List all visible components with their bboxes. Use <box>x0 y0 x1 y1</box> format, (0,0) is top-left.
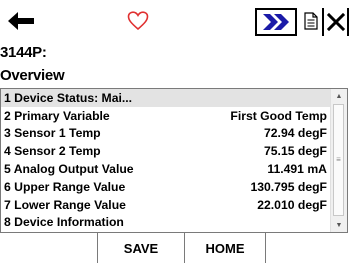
item-label: 5 Analog Output Value <box>4 162 134 177</box>
scroll-up-arrow-icon[interactable]: ▲ <box>331 89 347 103</box>
vertical-scrollbar[interactable]: ▲ ≡ ▼ <box>330 89 347 232</box>
item-label: 6 Upper Range Value <box>4 179 126 194</box>
item-label: 7 Lower Range Value <box>4 197 126 212</box>
item-value: First Good Temp <box>230 108 327 123</box>
double-chevron-right-icon[interactable] <box>255 8 297 36</box>
save-button[interactable]: SAVE <box>97 233 185 263</box>
item-value: 130.795 degF <box>250 179 327 194</box>
list-item-primary-variable[interactable]: 2 Primary Variable First Good Temp <box>1 107 332 125</box>
item-label: 4 Sensor 2 Temp <box>4 144 101 159</box>
toolbar <box>0 0 349 44</box>
list-item-device-information[interactable]: 8 Device Information <box>1 214 332 232</box>
menu-rows: 1 Device Status: Mai... 2 Primary Variab… <box>1 89 332 231</box>
item-label: 2 Primary Variable <box>4 108 110 123</box>
list-item-sensor-1-temp[interactable]: 3 Sensor 1 Temp 72.94 degF <box>1 125 332 143</box>
back-arrow-icon[interactable] <box>4 6 38 36</box>
menu-list: 1 Device Status: Mai... 2 Primary Variab… <box>0 88 348 233</box>
scroll-down-arrow-icon[interactable]: ▼ <box>331 218 347 232</box>
heart-icon[interactable] <box>120 6 156 36</box>
device-id: 3144P: <box>0 44 47 61</box>
document-icon[interactable] <box>300 6 322 36</box>
page-title: Overview <box>0 67 65 84</box>
item-value: 75.15 degF <box>264 144 327 159</box>
close-icon[interactable] <box>322 8 349 36</box>
scroll-thumb[interactable]: ≡ <box>333 104 344 216</box>
item-label: 1 Device Status: Mai... <box>4 90 133 105</box>
home-button[interactable]: HOME <box>184 233 266 263</box>
list-item-device-status[interactable]: 1 Device Status: Mai... <box>1 89 332 107</box>
item-label: 8 Device Information <box>4 215 124 230</box>
list-item-sensor-2-temp[interactable]: 4 Sensor 2 Temp 75.15 degF <box>1 142 332 160</box>
bottom-bar: SAVE HOME <box>0 233 349 263</box>
list-item-upper-range[interactable]: 6 Upper Range Value 130.795 degF <box>1 178 332 196</box>
item-value: 72.94 degF <box>264 126 327 141</box>
grip-icon: ≡ <box>336 155 341 164</box>
item-value: 11.491 mA <box>267 162 327 177</box>
item-label: 3 Sensor 1 Temp <box>4 126 101 141</box>
item-value: 22.010 degF <box>257 197 327 212</box>
list-item-analog-output[interactable]: 5 Analog Output Value 11.491 mA <box>1 160 332 178</box>
list-item-lower-range[interactable]: 7 Lower Range Value 22.010 degF <box>1 196 332 214</box>
